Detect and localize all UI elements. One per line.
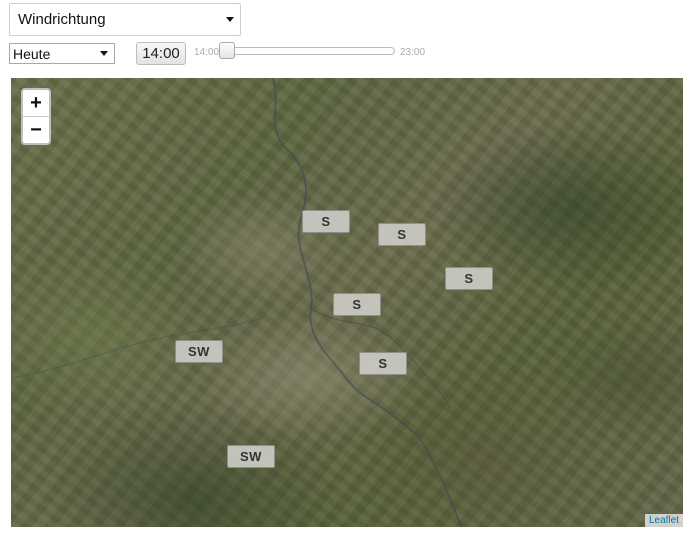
day-select-value: Heute — [13, 45, 51, 62]
wind-direction-marker[interactable]: S — [333, 293, 381, 316]
parameter-select[interactable]: Windrichtung — [9, 3, 241, 36]
day-select[interactable]: Heute — [9, 43, 115, 64]
time-slider-track[interactable] — [219, 47, 395, 55]
wind-direction-marker[interactable]: SW — [227, 445, 275, 468]
zoom-out-button[interactable]: − — [23, 116, 49, 143]
wind-direction-marker[interactable]: S — [378, 223, 426, 246]
wind-direction-marker[interactable]: SW — [175, 340, 223, 363]
time-display-button[interactable]: 14:00 — [136, 42, 186, 65]
satellite-map[interactable]: + − S S S S S SW SW Leaflet — [11, 78, 683, 527]
slider-max-label: 23:00 — [400, 47, 426, 58]
slider-min-label: 14:00 — [194, 47, 220, 58]
parameter-select-value: Windrichtung — [18, 11, 106, 28]
wind-direction-marker[interactable]: S — [445, 267, 493, 290]
wind-direction-marker[interactable]: S — [359, 352, 407, 375]
zoom-in-button[interactable]: + — [23, 90, 49, 116]
wind-direction-marker[interactable]: S — [302, 210, 350, 233]
zoom-control: + − — [21, 88, 51, 145]
chevron-down-icon — [226, 17, 234, 22]
leaflet-attribution-link[interactable]: Leaflet — [644, 514, 683, 527]
chevron-down-icon — [100, 51, 108, 56]
time-slider-handle[interactable] — [219, 42, 235, 59]
